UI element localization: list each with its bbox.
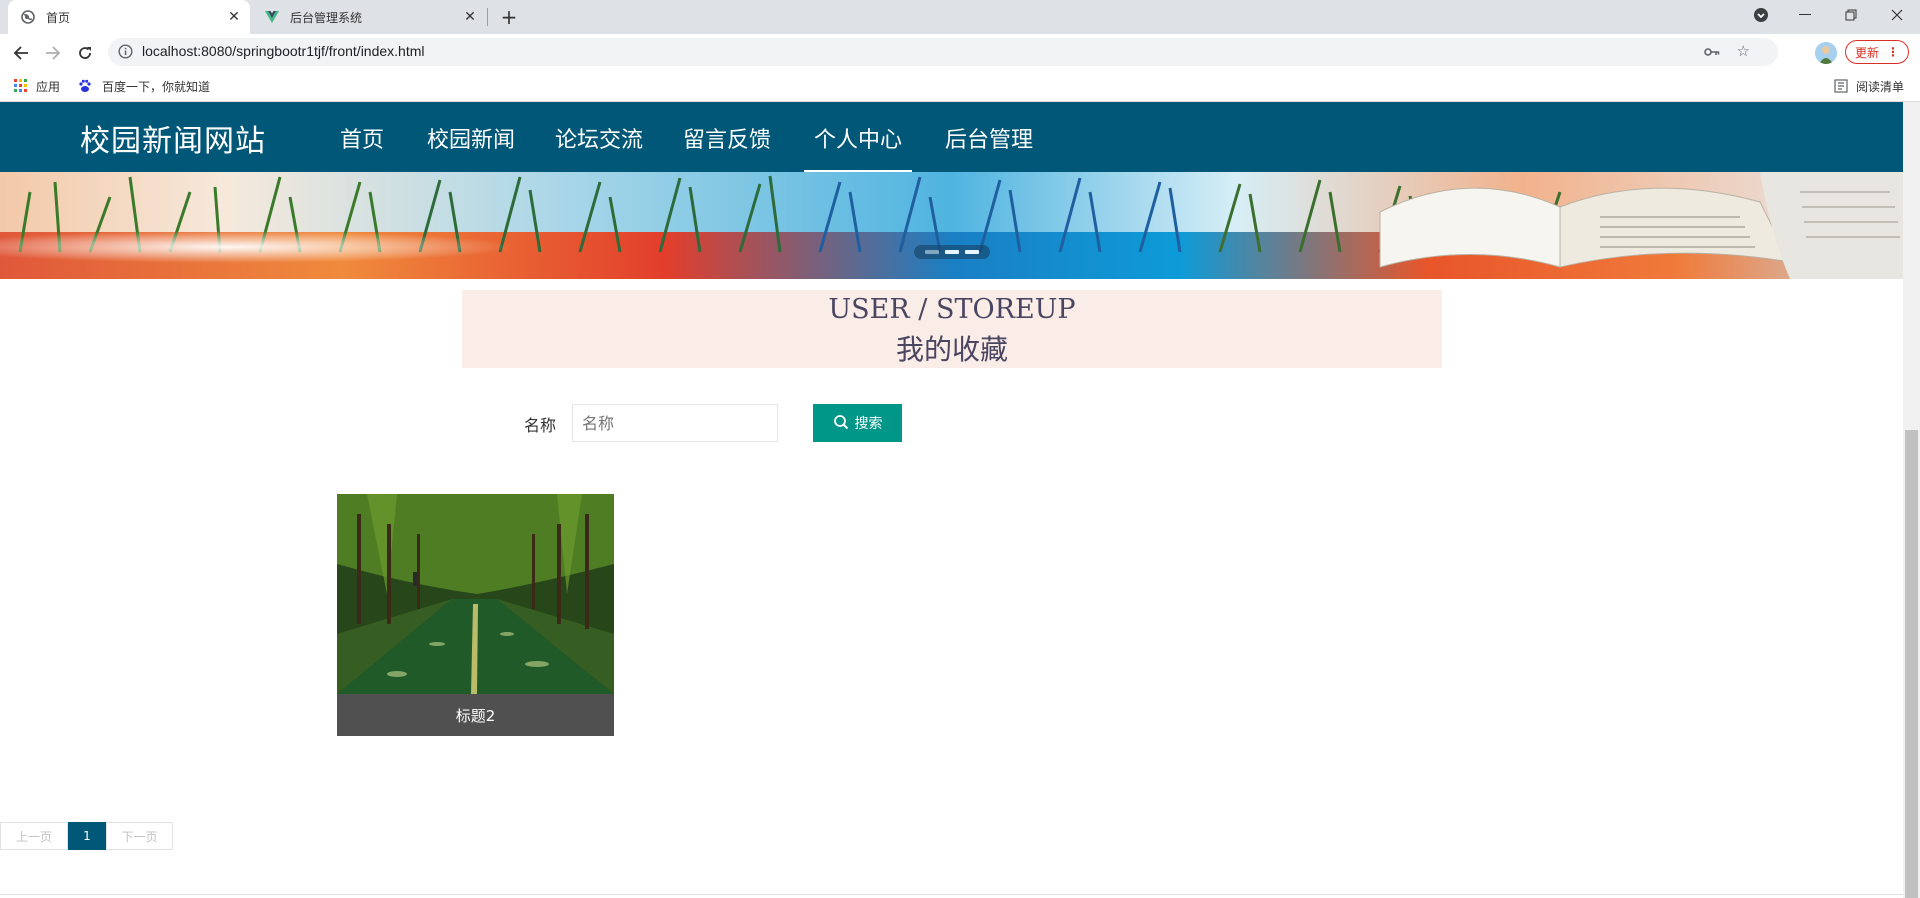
prev-page-button[interactable]: 上一页	[0, 822, 68, 850]
nav-item-forum[interactable]: 论坛交流	[548, 122, 650, 172]
reading-list-label: 阅读清单	[1856, 79, 1905, 94]
card-title[interactable]: 标题2	[337, 694, 614, 736]
favorite-card[interactable]: 标题2	[337, 494, 614, 736]
nav-item-campus-news[interactable]: 校园新闻	[420, 122, 522, 172]
key-icon[interactable]	[1704, 44, 1720, 63]
tab-separator	[487, 8, 488, 26]
tab-search-icon[interactable]	[1738, 0, 1784, 30]
bookmark-apps[interactable]: 应用	[14, 76, 60, 96]
back-arrow-icon[interactable]	[8, 40, 34, 66]
reading-list-icon	[1834, 79, 1848, 93]
bookmark-label: 百度一下，你就知道	[102, 79, 211, 94]
bookmark-label: 应用	[36, 79, 61, 94]
carousel-indicators	[914, 245, 990, 259]
update-label: 更新	[1854, 45, 1879, 60]
vue-logo-icon	[264, 9, 280, 25]
nav-item-admin[interactable]: 后台管理	[938, 122, 1040, 172]
new-tab-plus-icon[interactable]: +	[496, 5, 522, 29]
pagination: 上一页 1 下一页	[0, 822, 173, 850]
next-page-button[interactable]: 下一页	[106, 822, 173, 850]
profile-avatar[interactable]	[1815, 42, 1837, 64]
forward-arrow-icon[interactable]	[40, 40, 66, 66]
url-text[interactable]: localhost:8080/springbootr1tjf/front/ind…	[142, 43, 425, 59]
nav-item-home[interactable]: 首页	[330, 122, 394, 172]
update-button[interactable]: 更新 ⋮	[1845, 40, 1909, 64]
scrollbar-thumb[interactable]	[1905, 430, 1918, 898]
close-tab-icon[interactable]: ✕	[224, 7, 244, 27]
page-number-current[interactable]: 1	[68, 822, 106, 850]
search-name-label: 名称	[524, 416, 557, 435]
nav-item-feedback[interactable]: 留言反馈	[676, 122, 778, 172]
bookmark-star-icon[interactable]: ☆	[1737, 42, 1750, 60]
close-tab-icon[interactable]: ✕	[460, 7, 480, 27]
address-bar[interactable]: localhost:8080/springbootr1tjf/front/ind…	[108, 38, 1778, 66]
tab-home[interactable]: 首页 ✕	[8, 0, 250, 34]
reload-icon[interactable]	[72, 40, 98, 66]
section-title-cn: 我的收藏	[895, 333, 1008, 366]
restore-icon[interactable]	[1828, 0, 1874, 30]
search-button-label: 搜索	[854, 415, 883, 431]
page-bottom-divider	[0, 894, 1903, 895]
apps-grid-icon	[14, 79, 28, 93]
close-window-icon[interactable]	[1874, 0, 1920, 30]
tab-title: 首页	[46, 10, 71, 25]
section-title-box: USER / STOREUP 我的收藏	[462, 290, 1442, 368]
site-brand[interactable]: 校园新闻网站	[80, 116, 266, 160]
site-navbar: 校园新闻网站 首页 校园新闻 论坛交流 留言反馈 个人中心 后台管理	[0, 102, 1903, 172]
baidu-paw-icon	[78, 79, 92, 93]
page-scrollbar[interactable]	[1903, 102, 1920, 898]
kebab-menu-icon: ⋮	[1887, 45, 1899, 59]
bookmark-baidu[interactable]: 百度一下，你就知道	[78, 76, 210, 96]
section-title-en: USER / STOREUP	[828, 294, 1076, 325]
search-icon	[833, 414, 849, 433]
browser-toolbar: localhost:8080/springbootr1tjf/front/ind…	[0, 34, 1920, 70]
banner-carousel[interactable]	[0, 172, 1903, 279]
tab-admin[interactable]: 后台管理系统 ✕	[252, 0, 486, 34]
globe-icon	[20, 9, 36, 25]
carousel-dot[interactable]	[925, 250, 939, 254]
browser-tab-bar: 首页 ✕ 后台管理系统 ✕ +	[0, 0, 1920, 34]
carousel-dot[interactable]	[945, 250, 959, 254]
card-image[interactable]	[337, 494, 614, 694]
reading-list[interactable]: 阅读清单	[1834, 76, 1904, 96]
info-icon[interactable]	[118, 44, 133, 63]
search-name-input[interactable]	[572, 404, 778, 442]
search-button[interactable]: 搜索	[813, 404, 902, 442]
banner-image	[0, 172, 1903, 279]
carousel-dot[interactable]	[965, 250, 979, 254]
nav-item-personal-center[interactable]: 个人中心	[804, 122, 912, 172]
tab-title: 后台管理系统	[290, 10, 363, 25]
bookmarks-bar: 应用 百度一下，你就知道 阅读清单	[0, 70, 1920, 102]
minimize-icon[interactable]	[1782, 0, 1828, 30]
